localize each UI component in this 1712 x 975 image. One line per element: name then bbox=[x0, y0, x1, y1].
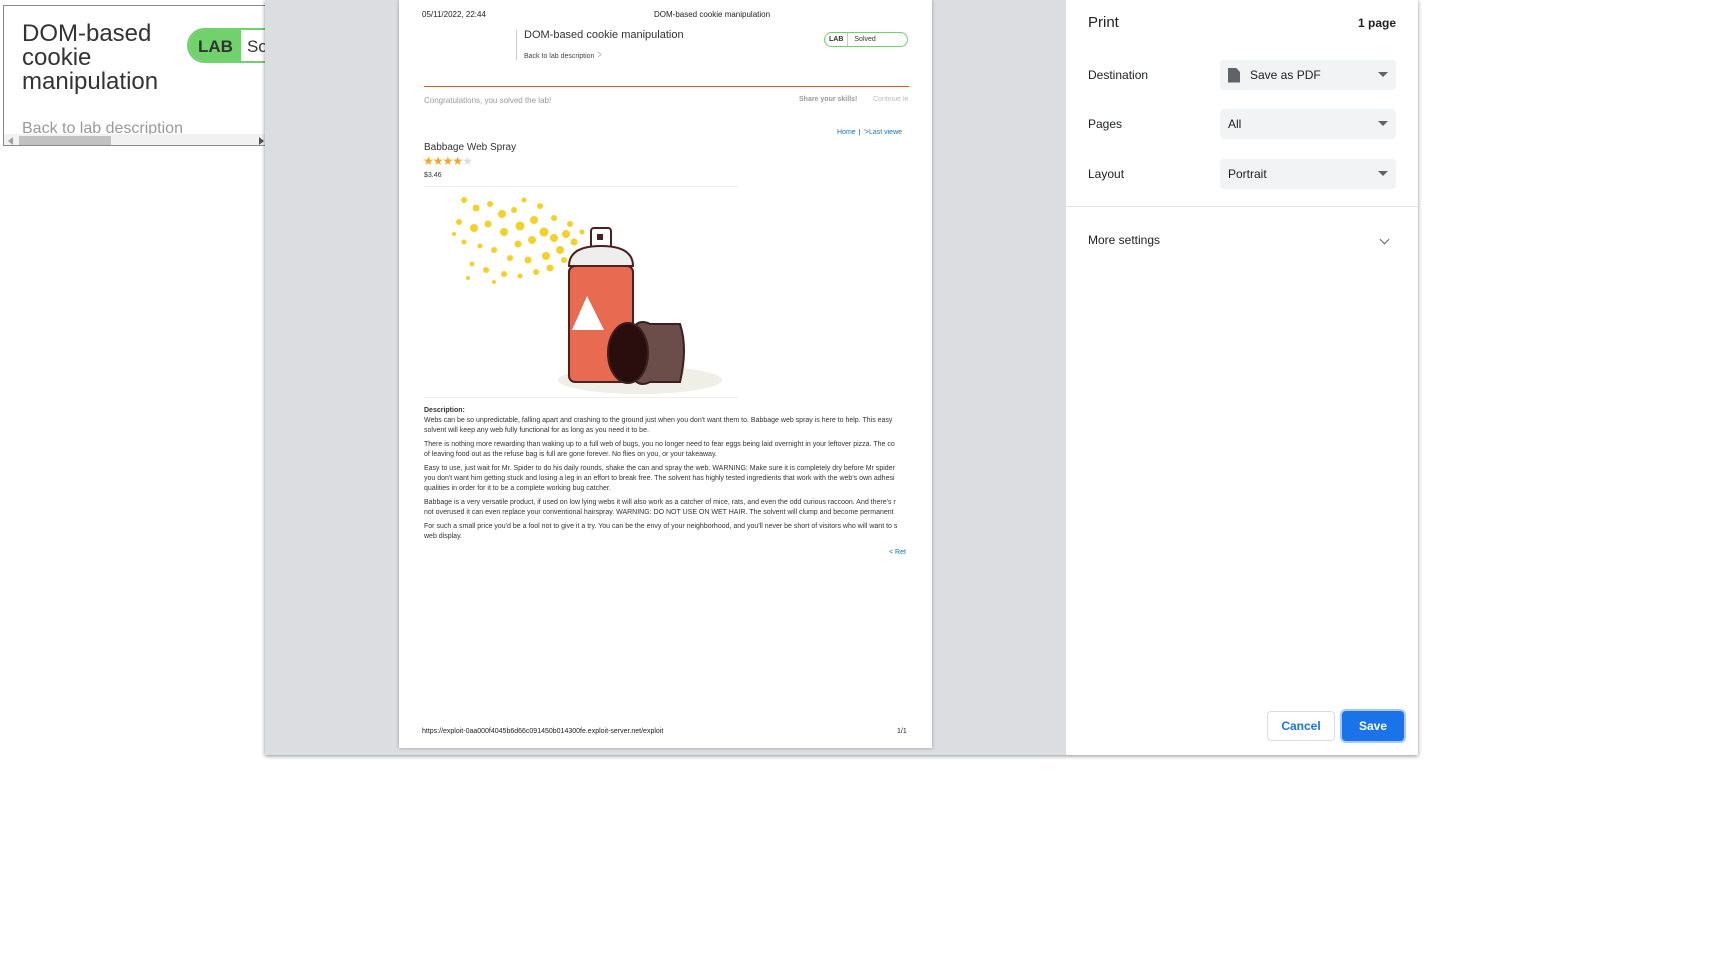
star-filled-icon: ★ bbox=[432, 154, 444, 168]
dropdown-arrow-icon bbox=[1378, 72, 1388, 77]
preview-price: $3.46 bbox=[424, 172, 442, 179]
scroll-left-icon[interactable] bbox=[8, 137, 13, 145]
destination-value: Save as PDF bbox=[1250, 68, 1321, 82]
layout-value: Portrait bbox=[1228, 167, 1267, 181]
horizontal-scrollbar[interactable] bbox=[4, 134, 265, 145]
preview-share: Share your skills! bbox=[799, 96, 858, 103]
pages-select[interactable]: All bbox=[1220, 109, 1396, 139]
chevron-icon bbox=[598, 51, 603, 58]
print-dialog: 05/11/2022, 22:44 DOM-based cookie manip… bbox=[265, 0, 1418, 755]
cancel-button[interactable]: Cancel bbox=[1267, 711, 1335, 741]
description-paragraph: For such a small price you'd be a fool n… bbox=[424, 522, 909, 542]
description-line: Easy to use, just wait for Mr. Spider to… bbox=[424, 465, 895, 472]
preview-continue: Continue le bbox=[873, 96, 909, 103]
bg-badge-status: Solv bbox=[240, 30, 265, 61]
preview-footer-page: 1/1 bbox=[897, 728, 907, 735]
preview-date: 05/11/2022, 22:44 bbox=[422, 10, 486, 19]
background-page: DOM-based cookie manipulation LAB Solv B… bbox=[3, 5, 265, 146]
preview-divider bbox=[516, 30, 517, 60]
preview-badge-status: Solved bbox=[847, 33, 889, 46]
description-line: not overused it can even replace your co… bbox=[424, 509, 894, 516]
layout-select[interactable]: Portrait bbox=[1220, 159, 1396, 189]
description-line: For such a small price you'd be a fool n… bbox=[424, 523, 898, 530]
preview-product-name: Babbage Web Spray bbox=[424, 142, 517, 153]
preview-congrats: Congratulations, you solved the lab! bbox=[424, 96, 552, 105]
preview-nav-home: Home bbox=[837, 129, 856, 136]
page-count: 1 page bbox=[1357, 16, 1396, 30]
chevron-down-icon[interactable] bbox=[1379, 234, 1390, 245]
description-line: you don't want him getting stuck and los… bbox=[424, 475, 895, 482]
settings-divider bbox=[1066, 206, 1418, 207]
description-line: Webs can be so unpredictable, falling ap… bbox=[424, 417, 893, 424]
description-label: Description: bbox=[424, 407, 465, 414]
description-line: There is nothing more rewarding than wak… bbox=[424, 441, 895, 448]
preview-return-link: < Ret bbox=[889, 549, 906, 556]
scroll-right-icon[interactable] bbox=[259, 137, 264, 145]
preview-nav-last: '>Last viewe bbox=[863, 129, 903, 136]
bg-lab-title: DOM-based cookie manipulation bbox=[22, 20, 159, 95]
description-paragraph: Easy to use, just wait for Mr. Spider to… bbox=[424, 464, 909, 494]
star-filled-icon: ★ bbox=[442, 154, 454, 168]
pages-value: All bbox=[1228, 117, 1242, 131]
bg-badge-lab: LAB bbox=[189, 30, 241, 61]
preview-nav-sep: | bbox=[858, 129, 861, 136]
print-preview-area: 05/11/2022, 22:44 DOM-based cookie manip… bbox=[265, 0, 1066, 755]
layout-label: Layout bbox=[1088, 167, 1125, 181]
preview-header-title: DOM-based cookie manipulation bbox=[654, 10, 771, 19]
destination-select[interactable]: Save as PDF bbox=[1220, 60, 1396, 90]
description-line: solvent will keep any web fully function… bbox=[424, 427, 649, 434]
more-settings-toggle[interactable]: More settings bbox=[1088, 233, 1160, 247]
preview-image-top-rule bbox=[424, 186, 739, 187]
description-paragraph: There is nothing more rewarding than wak… bbox=[424, 440, 909, 460]
description-line: of leaving food out as the refuse bag is… bbox=[424, 451, 717, 458]
preview-orange-divider bbox=[424, 86, 909, 87]
pages-label: Pages bbox=[1088, 117, 1123, 131]
destination-label: Destination bbox=[1088, 68, 1149, 82]
description-line: Babbage is a very versatile product, if … bbox=[424, 499, 896, 506]
document-icon bbox=[1228, 67, 1240, 83]
star-filled-icon: ★ bbox=[452, 154, 463, 168]
preview-back-link-text: Back to lab description bbox=[524, 53, 595, 60]
print-settings-panel: Print 1 page Destination Save as PDF Pag… bbox=[1066, 0, 1418, 755]
preview-status-badge: LAB Solved bbox=[824, 32, 908, 47]
star-empty-icon: ★ bbox=[462, 154, 473, 168]
preview-page: 05/11/2022, 22:44 DOM-based cookie manip… bbox=[399, 0, 932, 748]
bg-lab-status-badge: LAB Solv bbox=[187, 28, 265, 63]
preview-image-bottom-rule bbox=[424, 397, 739, 398]
preview-footer-url: https://exploit-0aa000f4045b6d66c091450b… bbox=[422, 728, 664, 735]
scrollbar-thumb[interactable] bbox=[19, 136, 111, 145]
star-filled-icon: ★ bbox=[423, 154, 434, 168]
dropdown-arrow-icon bbox=[1378, 171, 1388, 176]
preview-badge-lab: LAB bbox=[829, 36, 844, 43]
description-line: web display. bbox=[424, 533, 463, 540]
description-line: qualities in order for it to be a comple… bbox=[424, 485, 611, 492]
dropdown-arrow-icon bbox=[1378, 121, 1388, 126]
preview-rating: ★★★★★ bbox=[423, 154, 473, 168]
preview-description: Description: Webs can be so unpredictabl… bbox=[424, 406, 909, 546]
spray-can-image bbox=[452, 197, 722, 394]
description-paragraph: Webs can be so unpredictable, falling ap… bbox=[424, 416, 909, 436]
preview-nav: Home | '>Last viewe bbox=[837, 129, 909, 136]
print-title: Print bbox=[1088, 14, 1119, 31]
preview-back-link: Back to lab description bbox=[524, 51, 604, 60]
description-paragraph: Babbage is a very versatile product, if … bbox=[424, 498, 909, 518]
save-button[interactable]: Save bbox=[1342, 711, 1404, 741]
preview-lab-title: DOM-based cookie manipulation bbox=[524, 29, 684, 41]
